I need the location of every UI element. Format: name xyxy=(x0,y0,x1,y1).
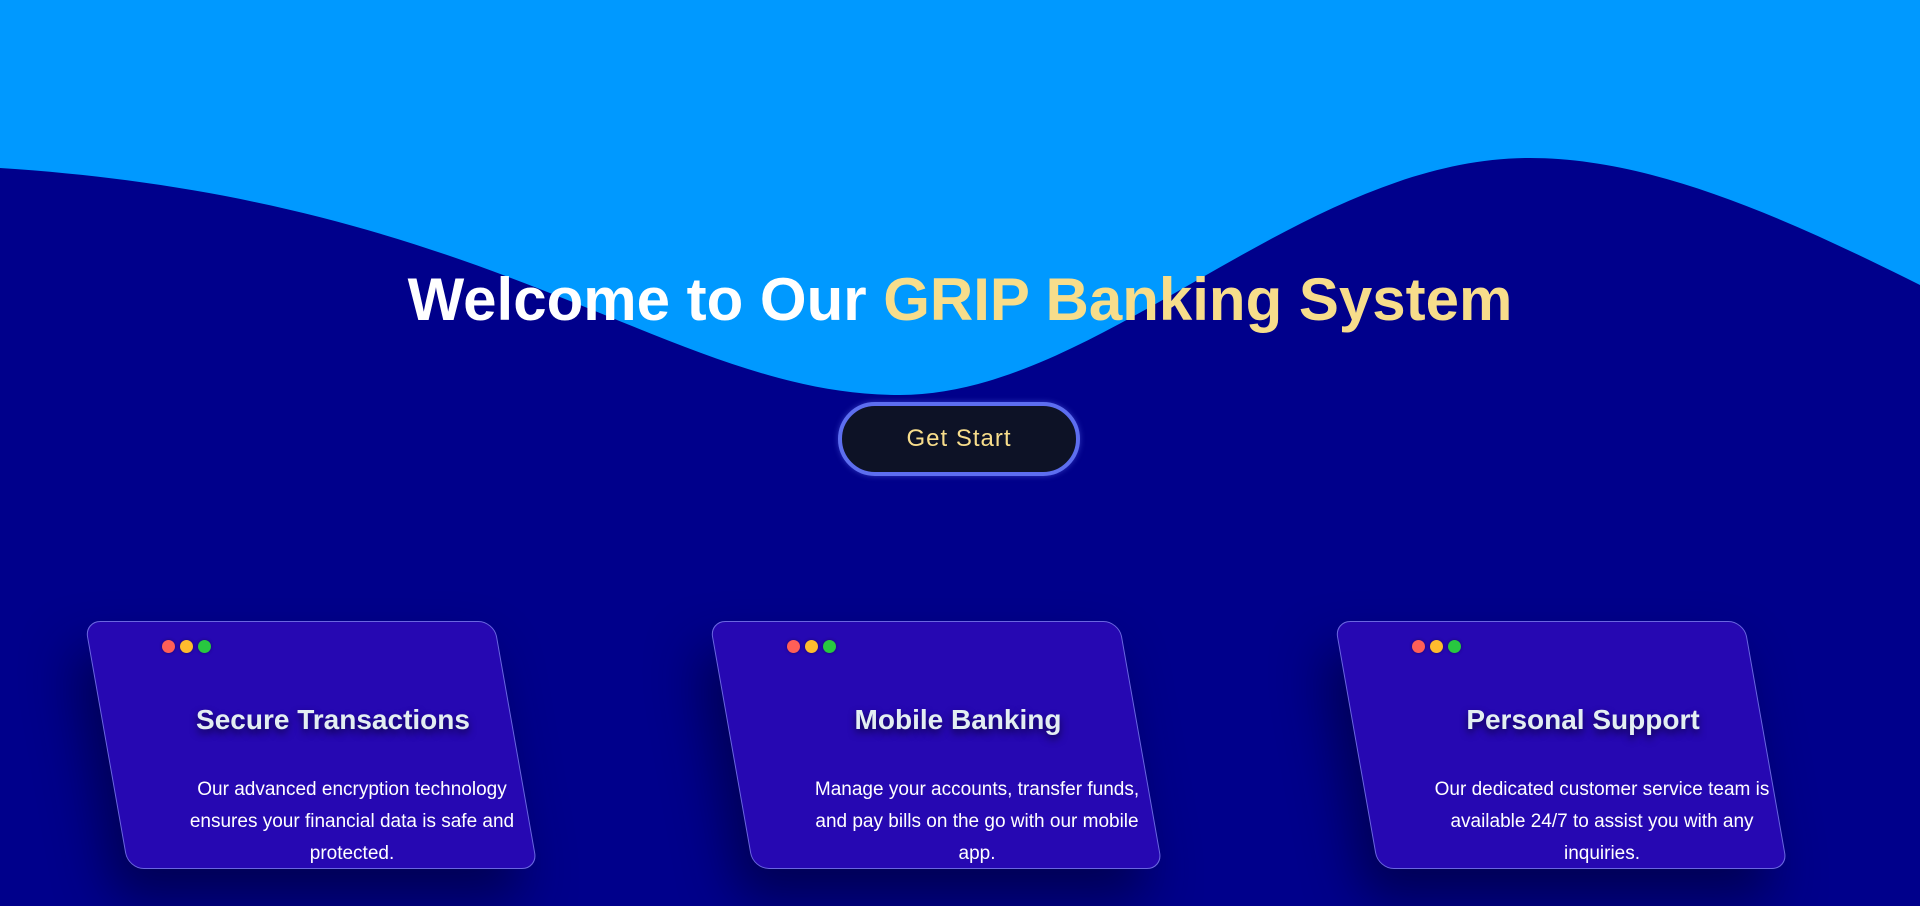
window-dots xyxy=(787,640,836,653)
feature-card-title: Personal Support xyxy=(1466,704,1700,735)
feature-card-description: Our advanced encryption technology ensur… xyxy=(189,779,515,864)
yellow-dot-icon xyxy=(805,640,818,653)
yellow-dot-icon xyxy=(1430,640,1443,653)
get-start-button[interactable]: Get Start xyxy=(838,402,1080,476)
landing-page: Welcome to Our GRIP Banking System Get S… xyxy=(0,0,1920,906)
feature-card-title: Secure Transactions xyxy=(196,704,470,735)
hero-title: Welcome to Our GRIP Banking System xyxy=(0,258,1920,342)
green-dot-icon xyxy=(198,640,211,653)
green-dot-icon xyxy=(823,640,836,653)
feature-card-description: Our dedicated customer service team is a… xyxy=(1434,779,1770,864)
hero-wave-background xyxy=(0,0,1920,395)
window-dots xyxy=(162,640,211,653)
green-dot-icon xyxy=(1448,640,1461,653)
yellow-dot-icon xyxy=(180,640,193,653)
feature-card-description: Manage your accounts, transfer funds, an… xyxy=(814,779,1140,864)
window-dots xyxy=(1412,640,1461,653)
red-dot-icon xyxy=(787,640,800,653)
hero-title-prefix: Welcome to Our xyxy=(407,266,884,333)
feature-card-secure-transactions: Secure Transactions Our advanced encrypt… xyxy=(84,621,538,869)
hero-title-accent: GRIP Banking System xyxy=(883,266,1513,333)
red-dot-icon xyxy=(1412,640,1425,653)
feature-card-title: Mobile Banking xyxy=(854,704,1062,735)
feature-card-mobile-banking: Mobile Banking Manage your accounts, tra… xyxy=(709,621,1163,869)
feature-card-personal-support: Personal Support Our dedicated customer … xyxy=(1334,621,1788,869)
red-dot-icon xyxy=(162,640,175,653)
